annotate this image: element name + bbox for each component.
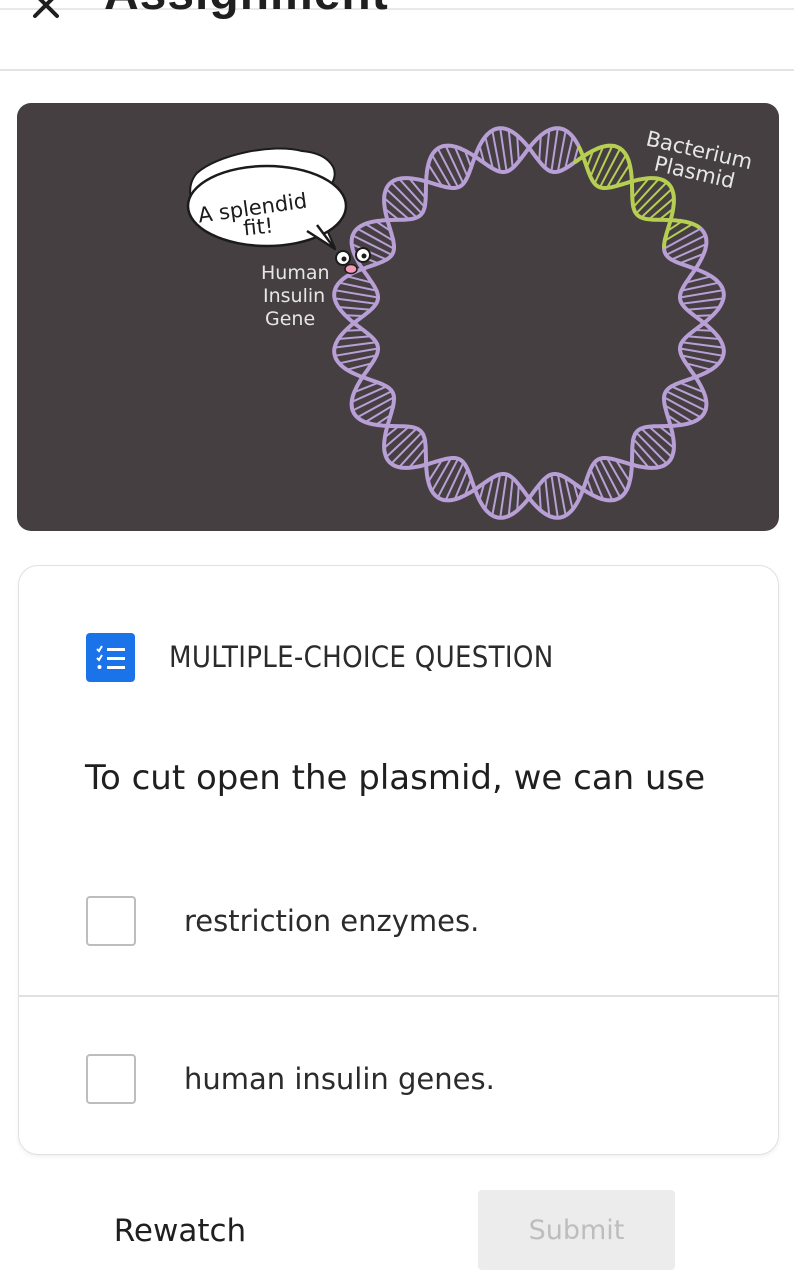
submit-button[interactable]: Submit: [478, 1190, 675, 1270]
dna-rung: [544, 129, 551, 169]
dna-rung: [338, 306, 371, 311]
gene-label-line3: Gene: [265, 308, 315, 330]
dna-rung: [550, 128, 559, 172]
option-checkbox[interactable]: [86, 896, 136, 946]
dna-rung: [687, 335, 720, 340]
dna-strand: [332, 126, 726, 520]
question-card: MULTIPLE-CHOICE QUESTION To cut open the…: [18, 565, 779, 1155]
dna-rung: [544, 477, 551, 517]
question-text: To cut open the plasmid, we can use: [85, 758, 706, 798]
option-label: human insulin genes.: [184, 1062, 495, 1096]
dna-rung: [593, 145, 614, 185]
dna-rung: [499, 128, 508, 172]
top-bar: Assignment: [0, 0, 794, 71]
gene-label-line1: Human: [261, 262, 330, 284]
dna-rung: [444, 461, 465, 501]
option-divider: [19, 995, 778, 997]
dna-rung: [507, 477, 514, 517]
option-restriction-enzymes[interactable]: restriction enzymes.: [19, 849, 778, 979]
dna-rung: [491, 130, 502, 172]
question-type-label: MULTIPLE-CHOICE QUESTION: [169, 640, 554, 674]
dna-rung: [679, 289, 724, 299]
dna-rung: [334, 297, 377, 305]
option-checkbox[interactable]: [86, 1054, 136, 1104]
close-button[interactable]: [28, 0, 64, 20]
dna-rung: [444, 145, 465, 185]
close-icon: [33, 0, 59, 18]
dna-rung: [556, 130, 567, 172]
plasmid-illustration: A splendid fit! Human Insulin Gene Bacte…: [186, 126, 755, 520]
speech-bubble: A splendid fit!: [186, 147, 348, 251]
dna-rung: [499, 474, 508, 518]
dna-rung: [338, 335, 371, 340]
dna-rung: [334, 341, 377, 349]
dna-rung: [334, 347, 379, 357]
dna-strand: [332, 126, 726, 520]
video-thumbnail[interactable]: A splendid fit! Human Insulin Gene Bacte…: [17, 103, 779, 531]
dna-rung: [679, 347, 724, 357]
dna-rung: [681, 341, 724, 349]
dna-rung: [491, 474, 502, 516]
dna-rung: [556, 474, 567, 516]
page-title: Assignment: [104, 0, 389, 21]
checklist-icon: [86, 633, 135, 682]
dna-rung: [550, 474, 559, 518]
option-label: restriction enzymes.: [184, 904, 480, 938]
dna-rung: [681, 297, 724, 305]
speech-bubble-line2: fit!: [242, 213, 274, 240]
dna-rung: [334, 289, 379, 299]
dna-rung: [507, 129, 514, 169]
dna-rung: [593, 461, 614, 501]
rewatch-button[interactable]: Rewatch: [90, 1195, 270, 1267]
gene-label-line2: Insulin: [263, 285, 325, 307]
dna-rung: [687, 306, 720, 311]
option-human-insulin-genes[interactable]: human insulin genes.: [19, 1007, 778, 1137]
